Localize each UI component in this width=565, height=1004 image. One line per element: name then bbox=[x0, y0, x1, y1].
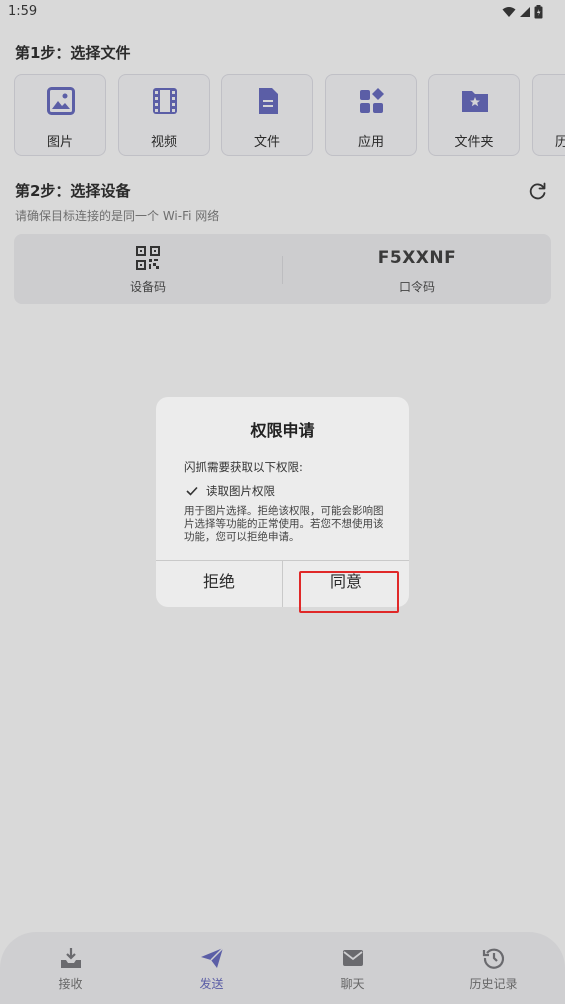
type-label: 文件 bbox=[253, 135, 280, 150]
type-label: 图片 bbox=[46, 135, 73, 150]
check-icon bbox=[186, 486, 198, 496]
folder-icon bbox=[462, 91, 488, 112]
permission-item: 读取图片权限 bbox=[186, 483, 275, 499]
step2-title: 第2步：选择设备 bbox=[15, 182, 131, 200]
dialog-description: 用于图片选择。拒绝该权限，可能会影响图片选择等功能的正常使用。若您不想使用该功能… bbox=[184, 505, 384, 543]
dialog-title: 权限申请 bbox=[250, 421, 315, 440]
bottom-nav: 接收 发送 聊天 历史记录 bbox=[0, 932, 565, 1004]
system-icons bbox=[502, 5, 543, 19]
send-icon bbox=[201, 947, 224, 968]
device-panel: 设备码 F5XXNF 口令码 bbox=[14, 234, 551, 304]
type-card-apps[interactable]: 应用 bbox=[325, 74, 417, 156]
type-label: 视频 bbox=[150, 135, 177, 150]
type-label: 文件夹 bbox=[454, 135, 494, 150]
nav-item-send[interactable]: 发送 bbox=[141, 932, 282, 1004]
type-card-history[interactable]: 历 bbox=[532, 74, 565, 156]
file-icon bbox=[259, 88, 278, 114]
nav-label: 发送 bbox=[199, 977, 224, 991]
file-type-list[interactable]: 图片 视频 文件 应用 文件夹 历 bbox=[14, 74, 565, 160]
nav-label: 历史记录 bbox=[469, 977, 518, 991]
step1-title: 第1步：选择文件 bbox=[15, 44, 131, 62]
receive-icon bbox=[61, 948, 81, 968]
nav-item-chat[interactable]: 聊天 bbox=[282, 932, 423, 1004]
nav-label: 聊天 bbox=[340, 977, 365, 991]
qr-code-icon bbox=[136, 246, 160, 270]
wifi-hint: 请确保目标连接的是同一个 Wi-Fi 网络 bbox=[15, 209, 220, 223]
refresh-icon[interactable] bbox=[528, 181, 548, 201]
video-icon bbox=[153, 88, 177, 114]
qr-label: 设备码 bbox=[129, 280, 166, 294]
wifi-icon bbox=[502, 7, 516, 17]
nav-item-history[interactable]: 历史记录 bbox=[423, 932, 564, 1004]
status-time: 1:59 bbox=[8, 4, 38, 19]
type-card-videos[interactable]: 视频 bbox=[118, 74, 210, 156]
chat-icon bbox=[343, 950, 363, 966]
passcode-label: 口令码 bbox=[398, 280, 435, 294]
apps-icon bbox=[360, 88, 384, 113]
permission-label: 读取图片权限 bbox=[206, 484, 275, 498]
type-label: 历 bbox=[555, 135, 565, 150]
type-card-images[interactable]: 图片 bbox=[14, 74, 106, 156]
type-card-files[interactable]: 文件 bbox=[221, 74, 313, 156]
dialog-intro: 闪抓需要获取以下权限: bbox=[184, 460, 303, 474]
passcode-value: F5XXNF bbox=[377, 248, 457, 268]
type-label: 应用 bbox=[357, 135, 384, 150]
agree-highlight-box bbox=[299, 571, 399, 613]
battery-icon bbox=[534, 5, 543, 19]
passcode-button[interactable]: F5XXNF 口令码 bbox=[283, 234, 551, 304]
history-icon bbox=[482, 948, 505, 969]
image-icon bbox=[47, 87, 75, 115]
refuse-button[interactable]: 拒绝 bbox=[156, 561, 282, 607]
qr-code-button[interactable]: 设备码 bbox=[14, 234, 282, 304]
type-card-folders[interactable]: 文件夹 bbox=[428, 74, 520, 156]
nav-item-receive[interactable]: 接收 bbox=[0, 932, 141, 1004]
signal-icon bbox=[520, 7, 530, 17]
status-bar: 1:59 bbox=[0, 0, 565, 26]
nav-label: 接收 bbox=[58, 977, 83, 991]
